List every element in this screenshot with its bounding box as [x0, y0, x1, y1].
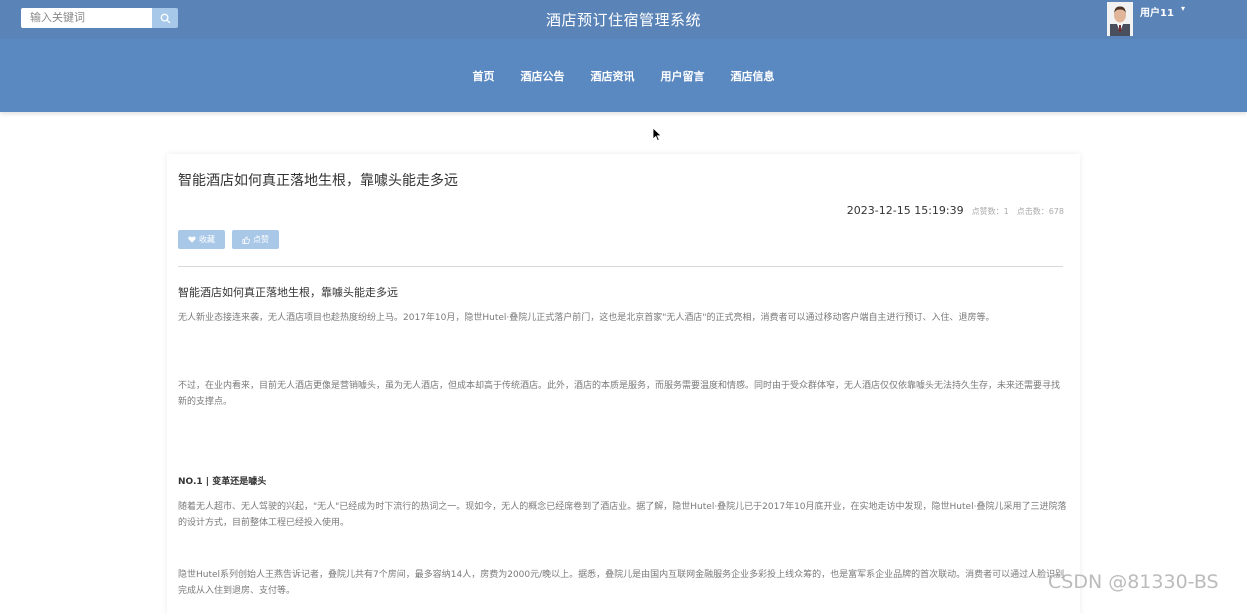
mouse-cursor-icon: [652, 127, 662, 142]
article-meta: 2023-12-15 15:19:39 点赞数：1 点击数：678: [847, 204, 1064, 217]
nav-item-hotel-info[interactable]: 酒店信息: [718, 68, 788, 84]
article-actions: 收藏 点赞: [178, 230, 279, 249]
like-count: 点赞数：1: [971, 207, 1009, 216]
main-nav: 首页 酒店公告 酒店资讯 用户留言 酒店信息: [0, 68, 1247, 84]
article-paragraph: 隐世Hutel系列创始人王燕告诉记者，叠院儿共有7个房间，最多容纳14人，房费为…: [178, 570, 1065, 596]
divider: [178, 266, 1063, 267]
article-title: 智能酒店如何真正落地生根，靠噱头能走多远: [178, 173, 458, 189]
site-title: 酒店预订住宿管理系统: [545, 11, 701, 29]
favorite-label: 收藏: [199, 235, 215, 244]
header-nav-bar: 酒店预订住宿管理系统 用户11 ▾ 首页 酒店公告 酒店资讯 用户留言 酒店信息: [0, 0, 1247, 112]
watermark: CSDN @81330-BS: [1048, 571, 1219, 593]
article-paragraph: 随着无人超市、无人驾驶的兴起，"无人"已经成为时下流行的热词之一。现如今，无人的…: [178, 502, 1067, 528]
nav-item-hotel-news[interactable]: 酒店资讯: [578, 68, 648, 84]
click-count: 点击数：678: [1016, 207, 1064, 216]
thumbs-up-icon: [242, 235, 250, 244]
article-paragraph: 不过，在业内看来，目前无人酒店更像是营销噱头，虽为无人酒店，但成本却高于传统酒店…: [178, 381, 1061, 407]
article-card: 智能酒店如何真正落地生根，靠噱头能走多远 2023-12-15 15:19:39…: [167, 154, 1080, 614]
nav-item-home[interactable]: 首页: [460, 68, 508, 84]
content-title: 智能酒店如何真正落地生根，靠噱头能走多远: [178, 286, 398, 299]
user-name[interactable]: 用户11: [1140, 4, 1174, 19]
nav-item-hotel-notice[interactable]: 酒店公告: [508, 68, 578, 84]
article-datetime: 2023-12-15 15:19:39: [846, 204, 964, 217]
chevron-down-icon[interactable]: ▾: [1181, 4, 1185, 13]
avatar[interactable]: [1107, 2, 1133, 36]
like-button[interactable]: 点赞: [232, 230, 279, 249]
nav-item-user-message[interactable]: 用户留言: [648, 68, 718, 84]
user-avatar-image: [1107, 2, 1133, 36]
favorite-button[interactable]: 收藏: [178, 230, 225, 249]
section-heading: NO.1 | 变革还是噱头: [178, 477, 267, 487]
like-label: 点赞: [253, 235, 269, 244]
heart-icon: [188, 236, 196, 243]
article-paragraph: 无人新业态接连来袭，无人酒店项目也趁热度纷纷上马。2017年10月，隐世Hute…: [178, 313, 995, 323]
